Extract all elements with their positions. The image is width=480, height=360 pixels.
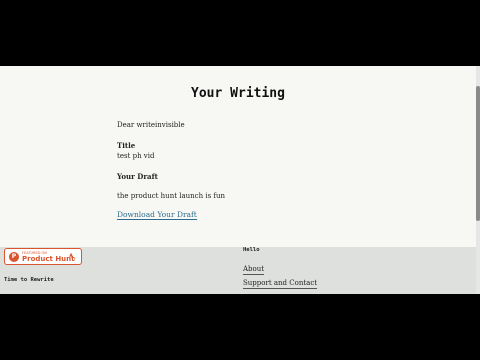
main-content: Your Writing Dear writeinvisible Title t… [0, 66, 476, 246]
browser-viewport: Your Writing Dear writeinvisible Title t… [0, 66, 480, 294]
draft-label: Your Draft [117, 172, 158, 181]
footer-heading: Hello [243, 247, 260, 253]
page-title: Your Writing [191, 86, 285, 101]
product-hunt-badge[interactable]: FEATURED ON Product Hunt ▲ 0 [4, 248, 82, 265]
page-scrollbar[interactable] [476, 66, 480, 294]
scrollbar-thumb[interactable] [476, 86, 480, 221]
title-label: Title [117, 141, 136, 150]
greeting-text: Dear writeinvisible [117, 121, 185, 129]
badge-label: Product Hunt [22, 255, 75, 263]
footer-tagline: Time to Rewrite [4, 277, 54, 283]
footer-link-support[interactable]: Support and Contact [243, 279, 318, 289]
download-draft-link[interactable]: Download Your Draft [117, 210, 197, 220]
upvote-count: 0 [71, 257, 75, 263]
title-value: test ph vid [117, 152, 155, 160]
draft-text: the product hunt launch is fun [117, 192, 225, 200]
footer: FEATURED ON Product Hunt ▲ 0 Time to Rew… [0, 247, 476, 294]
footer-link-about[interactable]: About [243, 265, 265, 275]
product-hunt-logo-icon [9, 252, 19, 262]
